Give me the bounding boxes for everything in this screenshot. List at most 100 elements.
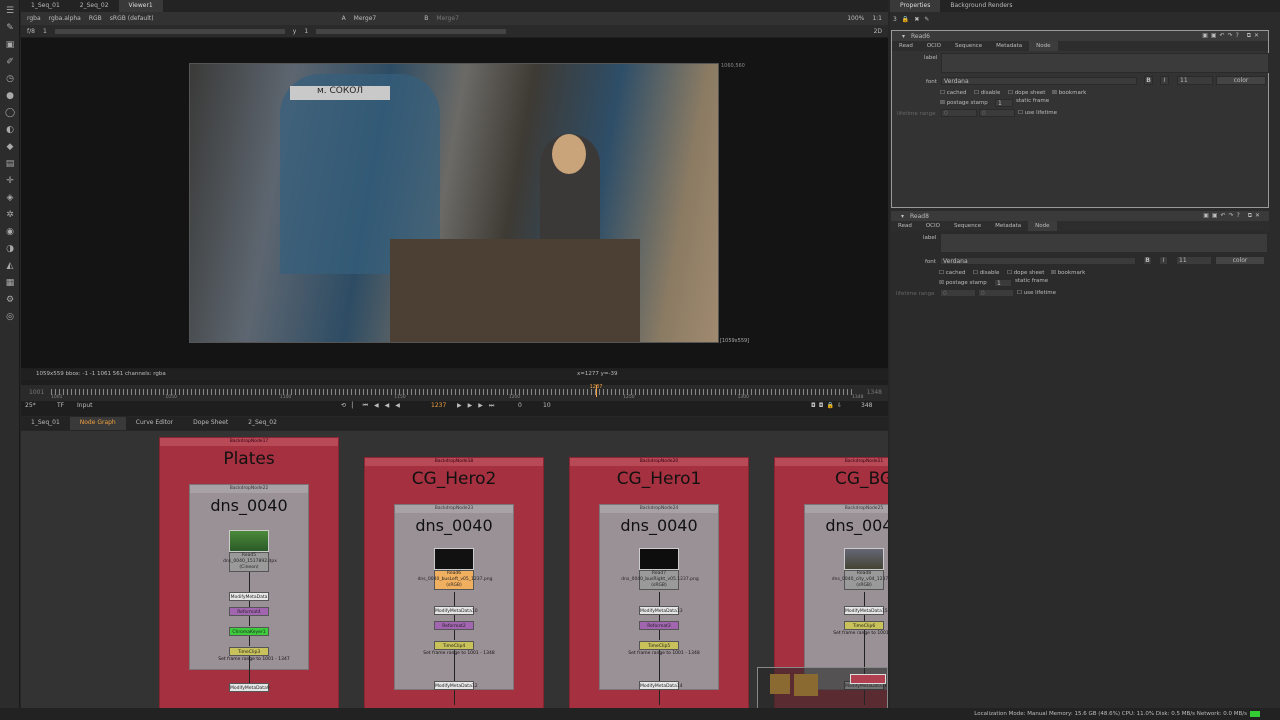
dope-sheet-checkbox[interactable]: ☐ dope sheet (1007, 270, 1044, 276)
playhead[interactable]: 1237 (590, 384, 602, 397)
lifetime-end-input[interactable]: 0 (979, 109, 1015, 117)
3d-icon[interactable]: ◈ (4, 192, 16, 204)
node-name[interactable]: Read6 (911, 33, 930, 40)
node-graph[interactable]: BackdropNode21 CG_BG BackdropNode25 dns_004… (21, 431, 888, 709)
postage-stamp-thumbnail[interactable] (229, 530, 269, 552)
stamp-frame-input[interactable]: 1 (994, 279, 1012, 287)
tab-read[interactable]: Read (892, 41, 920, 51)
node[interactable]: ModifyMetaData9 (229, 683, 270, 692)
read-node[interactable]: Read7 dns_0040_busRight_v05.1237.png (sRGB… (621, 570, 699, 590)
tab-node[interactable]: Node (1028, 221, 1057, 231)
bold-button[interactable]: B (1144, 76, 1153, 85)
particles-icon[interactable]: ✲ (4, 209, 16, 221)
node[interactable]: Reformat4 (229, 607, 269, 616)
gain-value[interactable]: 1 (43, 28, 47, 35)
tab-sequence[interactable]: Sequence (947, 221, 988, 231)
panel-window-controls[interactable]: ▣▣↶↷? ⧉✕ (1202, 32, 1262, 40)
edit-icon[interactable]: ✎ (924, 16, 929, 23)
lifetime-start-input[interactable]: 0 (940, 289, 976, 297)
toolsets-icon[interactable]: ▦ (4, 277, 16, 289)
lock-icon[interactable]: 🔒 (902, 16, 909, 23)
bold-button[interactable]: B (1143, 256, 1152, 265)
viewer-canvas[interactable]: м. СОКОЛ 1060,560 [1059x559] (21, 38, 888, 368)
node[interactable]: ModifyMetaData15 (844, 606, 888, 615)
clear-icon[interactable]: ✖ (914, 16, 919, 23)
use-lifetime-checkbox[interactable]: ☐ use lifetime (1017, 290, 1056, 296)
tab-metadata[interactable]: Metadata (988, 221, 1028, 231)
tab-ocio[interactable]: OCIO (919, 221, 947, 231)
disable-checkbox[interactable]: ☐ disable (973, 270, 999, 276)
other-icon[interactable]: ⚙ (4, 294, 16, 306)
in-out-buttons[interactable]: ◘◘🔒⇩ (811, 402, 845, 409)
tab-dope-sheet[interactable]: Dope Sheet (183, 417, 238, 430)
node[interactable]: TimeClip5 (639, 641, 679, 650)
transform-icon[interactable]: ✛ (4, 175, 16, 187)
font-select[interactable]: Verdana (940, 257, 1136, 265)
max-panels-field[interactable]: 3 (893, 16, 897, 23)
timeline[interactable]: 1001 1001 1050 1100 1150 1200 1250 1300 1348 12… (21, 384, 888, 401)
channels-select[interactable]: rgba (27, 15, 41, 22)
postage-stamp-thumbnail[interactable] (434, 548, 474, 570)
node[interactable]: Reformat2 (434, 621, 474, 630)
node[interactable]: TimeClip6 (844, 621, 884, 630)
color-icon[interactable]: ◯ (4, 107, 16, 119)
tab-node-graph[interactable]: Node Graph (69, 417, 126, 430)
tab-2-seq-02[interactable]: 2_Seq_02 (238, 417, 287, 430)
fps-select[interactable]: 25* (25, 402, 36, 409)
fstop-value[interactable]: f/8 (27, 28, 35, 35)
read-node[interactable]: Read5 dns_0040_1517892.dpx (Cineon) (223, 552, 277, 572)
color-button[interactable]: color (1216, 76, 1266, 85)
transport-forward[interactable]: ▶▶▶⏭ (457, 402, 500, 410)
keyer-icon[interactable]: ◆ (4, 141, 16, 153)
display-select[interactable]: RGB (89, 15, 102, 22)
time-icon[interactable]: ◷ (4, 73, 16, 85)
collapse-icon[interactable]: ▾ (901, 213, 904, 220)
deep-icon[interactable]: ◉ (4, 226, 16, 238)
tab-node[interactable]: Node (1029, 41, 1058, 51)
skip-field[interactable]: 0 (518, 402, 522, 409)
postage-stamp-checkbox[interactable]: ☒ postage stamp (940, 100, 988, 106)
metadata-icon[interactable]: ◭ (4, 260, 16, 272)
navigator-minimap[interactable] (757, 667, 888, 709)
node[interactable]: TimeClip4 (434, 641, 474, 650)
use-lifetime-checkbox[interactable]: ☐ use lifetime (1018, 110, 1057, 116)
node-name[interactable]: Read8 (910, 213, 929, 220)
transport-buttons[interactable]: ⟲▏⏮◀◀◀ (341, 402, 406, 410)
stamp-frame-input[interactable]: 1 (995, 99, 1013, 107)
lifetime-end-input[interactable]: 0 (978, 289, 1014, 297)
italic-button[interactable]: I (1160, 76, 1169, 85)
bookmark-checkbox[interactable]: ☒ bookmark (1051, 270, 1085, 276)
image-icon[interactable]: ▣ (4, 39, 16, 51)
postage-stamp-checkbox[interactable]: ☒ postage stamp (939, 280, 987, 286)
font-size-input[interactable]: 11 (1176, 256, 1212, 265)
panel-window-controls[interactable]: ▣▣↶↷? ⧉✕ (1203, 212, 1263, 220)
tab-metadata[interactable]: Metadata (989, 41, 1029, 51)
input-a-select[interactable]: Merge7 (354, 15, 377, 22)
backdrop-node[interactable]: BackdropNode18 CG_Hero2 BackdropNode23 dns_… (364, 457, 544, 709)
gamma-value[interactable]: 1 (304, 28, 308, 35)
ratio-select[interactable]: 1:1 (872, 15, 882, 22)
lut-select[interactable]: sRGB (default) (110, 15, 154, 22)
tab-curve-editor[interactable]: Curve Editor (126, 417, 183, 430)
backdrop-node[interactable]: BackdropNode20 CG_Hero1 BackdropNode24 dns_… (569, 457, 749, 709)
disable-checkbox[interactable]: ☐ disable (974, 90, 1000, 96)
label-input[interactable] (940, 233, 1268, 253)
lifetime-start-input[interactable]: 0 (941, 109, 977, 117)
filter-icon[interactable]: ◐ (4, 124, 16, 136)
node[interactable]: ModifyMetaData10 (434, 606, 478, 615)
tab-background-renders[interactable]: Background Renders (940, 0, 1022, 12)
tab-read[interactable]: Read (891, 221, 919, 231)
node[interactable]: ModifyMetaData (229, 592, 269, 601)
views-icon[interactable]: ◑ (4, 243, 16, 255)
node[interactable]: ModifyMetaData12 (434, 681, 478, 690)
gain-slider[interactable] (54, 28, 285, 34)
draw-icon[interactable]: ✐ (4, 56, 16, 68)
node[interactable]: TimeClip3 (229, 647, 269, 656)
zoom-select[interactable]: 100% (847, 15, 864, 22)
tab-sequence[interactable]: Sequence (948, 41, 989, 51)
tab-viewer1[interactable]: Viewer1 (118, 0, 163, 12)
tf-select[interactable]: TF (57, 402, 64, 409)
inner-backdrop-node[interactable]: BackdropNode25 dns_0040 (804, 504, 888, 690)
backdrop-node[interactable]: BackdropNode17 Plates BackdropNode22 dns_00… (159, 437, 339, 709)
node[interactable]: Reformat3 (639, 621, 679, 630)
